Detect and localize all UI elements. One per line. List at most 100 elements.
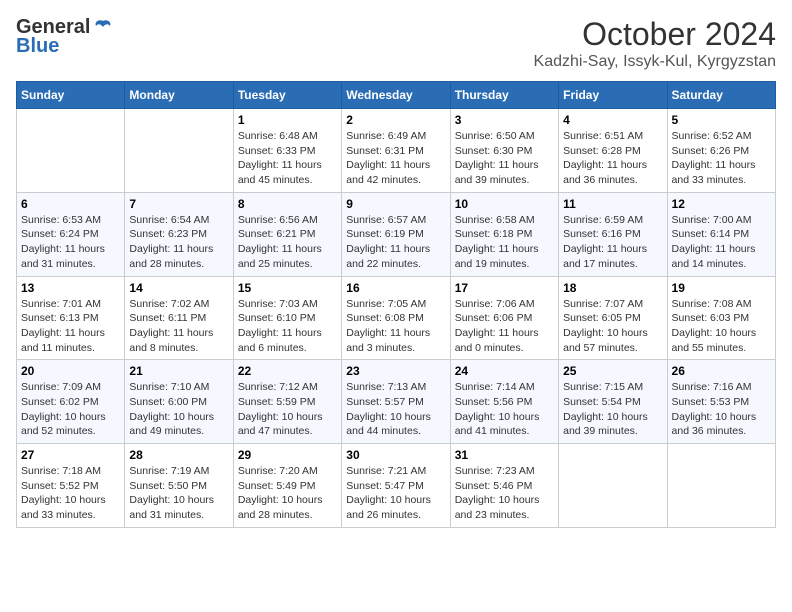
calendar-cell: 9Sunrise: 6:57 AMSunset: 6:19 PMDaylight… [342,192,450,276]
calendar-cell: 4 Sunrise: 6:51 AMSunset: 6:28 PMDaylight… [559,109,667,193]
day-number: 17 [455,281,554,295]
cell-info: Sunrise: 7:07 AMSunset: 6:05 PMDaylight:… [563,297,662,356]
day-number: 4 [563,113,662,127]
calendar-table: SundayMondayTuesdayWednesdayThursdayFrid… [16,81,776,528]
cell-info: Sunrise: 7:20 AMSunset: 5:49 PMDaylight:… [238,464,337,523]
day-number: 23 [346,364,445,378]
day-number: 31 [455,448,554,462]
cell-info: Sunrise: 6:48 AMSunset: 6:33 PMDaylight:… [238,129,337,188]
cell-info: Sunrise: 6:53 AMSunset: 6:24 PMDaylight:… [21,213,120,272]
calendar-week-row: 13Sunrise: 7:01 AMSunset: 6:13 PMDayligh… [17,276,776,360]
calendar-cell: 14Sunrise: 7:02 AMSunset: 6:11 PMDayligh… [125,276,233,360]
cell-info: Sunrise: 7:18 AMSunset: 5:52 PMDaylight:… [21,464,120,523]
day-number: 12 [672,197,771,211]
calendar-cell: 21Sunrise: 7:10 AMSunset: 6:00 PMDayligh… [125,360,233,444]
calendar-cell: 13Sunrise: 7:01 AMSunset: 6:13 PMDayligh… [17,276,125,360]
calendar-cell: 17 Sunrise: 7:06 AMSunset: 6:06 PMDayligh… [450,276,558,360]
calendar-cell: 24 Sunrise: 7:14 AMSunset: 5:56 PMDayligh… [450,360,558,444]
calendar-cell [667,444,775,528]
calendar-cell: 28 Sunrise: 7:19 AMSunset: 5:50 PMDayligh… [125,444,233,528]
weekday-header-row: SundayMondayTuesdayWednesdayThursdayFrid… [17,82,776,109]
day-number: 20 [21,364,120,378]
calendar-cell: 30Sunrise: 7:21 AMSunset: 5:47 PMDayligh… [342,444,450,528]
calendar-cell: 22 Sunrise: 7:12 AMSunset: 5:59 PMDayligh… [233,360,341,444]
cell-info: Sunrise: 6:49 AMSunset: 6:31 PMDaylight:… [346,129,445,188]
weekday-header-friday: Friday [559,82,667,109]
day-number: 6 [21,197,120,211]
day-number: 2 [346,113,445,127]
cell-info: Sunrise: 7:10 AMSunset: 6:00 PMDaylight:… [129,380,228,439]
weekday-header-thursday: Thursday [450,82,558,109]
weekday-header-wednesday: Wednesday [342,82,450,109]
cell-info: Sunrise: 7:16 AMSunset: 5:53 PMDaylight:… [672,380,771,439]
cell-info: Sunrise: 7:05 AMSunset: 6:08 PMDaylight:… [346,297,445,356]
calendar-cell [125,109,233,193]
calendar-cell: 6 Sunrise: 6:53 AMSunset: 6:24 PMDaylight… [17,192,125,276]
calendar-week-row: 20 Sunrise: 7:09 AMSunset: 6:02 PMDayligh… [17,360,776,444]
day-number: 1 [238,113,337,127]
day-number: 27 [21,448,120,462]
cell-info: Sunrise: 7:14 AMSunset: 5:56 PMDaylight:… [455,380,554,439]
calendar-cell [17,109,125,193]
calendar-cell: 29 Sunrise: 7:20 AMSunset: 5:49 PMDayligh… [233,444,341,528]
logo-blue-text: Blue [16,35,59,58]
cell-info: Sunrise: 7:23 AMSunset: 5:46 PMDaylight:… [455,464,554,523]
day-number: 25 [563,364,662,378]
calendar-week-row: 6 Sunrise: 6:53 AMSunset: 6:24 PMDaylight… [17,192,776,276]
day-number: 28 [129,448,228,462]
cell-info: Sunrise: 7:12 AMSunset: 5:59 PMDaylight:… [238,380,337,439]
calendar-cell: 11 Sunrise: 6:59 AMSunset: 6:16 PMDayligh… [559,192,667,276]
calendar-cell: 19 Sunrise: 7:08 AMSunset: 6:03 PMDayligh… [667,276,775,360]
day-number: 3 [455,113,554,127]
day-number: 30 [346,448,445,462]
day-number: 7 [129,197,228,211]
cell-info: Sunrise: 6:59 AMSunset: 6:16 PMDaylight:… [563,213,662,272]
day-number: 15 [238,281,337,295]
month-title: October 2024 [534,16,776,53]
day-number: 22 [238,364,337,378]
calendar-cell: 23 Sunrise: 7:13 AMSunset: 5:57 PMDayligh… [342,360,450,444]
title-area: October 2024 Kadzhi-Say, Issyk-Kul, Kyrg… [534,16,776,71]
cell-info: Sunrise: 7:00 AMSunset: 6:14 PMDaylight:… [672,213,771,272]
day-number: 24 [455,364,554,378]
day-number: 16 [346,281,445,295]
calendar-cell: 15 Sunrise: 7:03 AMSunset: 6:10 PMDayligh… [233,276,341,360]
day-number: 11 [563,197,662,211]
day-number: 18 [563,281,662,295]
day-number: 8 [238,197,337,211]
cell-info: Sunrise: 7:01 AMSunset: 6:13 PMDaylight:… [21,297,120,356]
calendar-cell: 25 Sunrise: 7:15 AMSunset: 5:54 PMDayligh… [559,360,667,444]
weekday-header-tuesday: Tuesday [233,82,341,109]
calendar-cell: 3Sunrise: 6:50 AMSunset: 6:30 PMDaylight… [450,109,558,193]
calendar-week-row: 1 Sunrise: 6:48 AMSunset: 6:33 PMDaylight… [17,109,776,193]
day-number: 29 [238,448,337,462]
cell-info: Sunrise: 7:13 AMSunset: 5:57 PMDaylight:… [346,380,445,439]
cell-info: Sunrise: 7:19 AMSunset: 5:50 PMDaylight:… [129,464,228,523]
cell-info: Sunrise: 7:09 AMSunset: 6:02 PMDaylight:… [21,380,120,439]
calendar-cell: 2 Sunrise: 6:49 AMSunset: 6:31 PMDaylight… [342,109,450,193]
calendar-cell: 5Sunrise: 6:52 AMSunset: 6:26 PMDaylight… [667,109,775,193]
calendar-cell: 8 Sunrise: 6:56 AMSunset: 6:21 PMDaylight… [233,192,341,276]
cell-info: Sunrise: 7:06 AMSunset: 6:06 PMDaylight:… [455,297,554,356]
cell-info: Sunrise: 6:52 AMSunset: 6:26 PMDaylight:… [672,129,771,188]
cell-info: Sunrise: 7:03 AMSunset: 6:10 PMDaylight:… [238,297,337,356]
calendar-week-row: 27 Sunrise: 7:18 AMSunset: 5:52 PMDayligh… [17,444,776,528]
calendar-cell: 26 Sunrise: 7:16 AMSunset: 5:53 PMDayligh… [667,360,775,444]
location-title: Kadzhi-Say, Issyk-Kul, Kyrgyzstan [534,53,776,71]
weekday-header-monday: Monday [125,82,233,109]
weekday-header-saturday: Saturday [667,82,775,109]
cell-info: Sunrise: 6:51 AMSunset: 6:28 PMDaylight:… [563,129,662,188]
day-number: 26 [672,364,771,378]
day-number: 19 [672,281,771,295]
cell-info: Sunrise: 7:08 AMSunset: 6:03 PMDaylight:… [672,297,771,356]
logo: General Blue [16,16,114,58]
cell-info: Sunrise: 6:56 AMSunset: 6:21 PMDaylight:… [238,213,337,272]
calendar-cell: 1 Sunrise: 6:48 AMSunset: 6:33 PMDaylight… [233,109,341,193]
cell-info: Sunrise: 7:15 AMSunset: 5:54 PMDaylight:… [563,380,662,439]
cell-info: Sunrise: 6:58 AMSunset: 6:18 PMDaylight:… [455,213,554,272]
weekday-header-sunday: Sunday [17,82,125,109]
calendar-cell: 27 Sunrise: 7:18 AMSunset: 5:52 PMDayligh… [17,444,125,528]
day-number: 14 [129,281,228,295]
cell-info: Sunrise: 6:57 AMSunset: 6:19 PMDaylight:… [346,213,445,272]
calendar-cell: 31 Sunrise: 7:23 AMSunset: 5:46 PMDayligh… [450,444,558,528]
